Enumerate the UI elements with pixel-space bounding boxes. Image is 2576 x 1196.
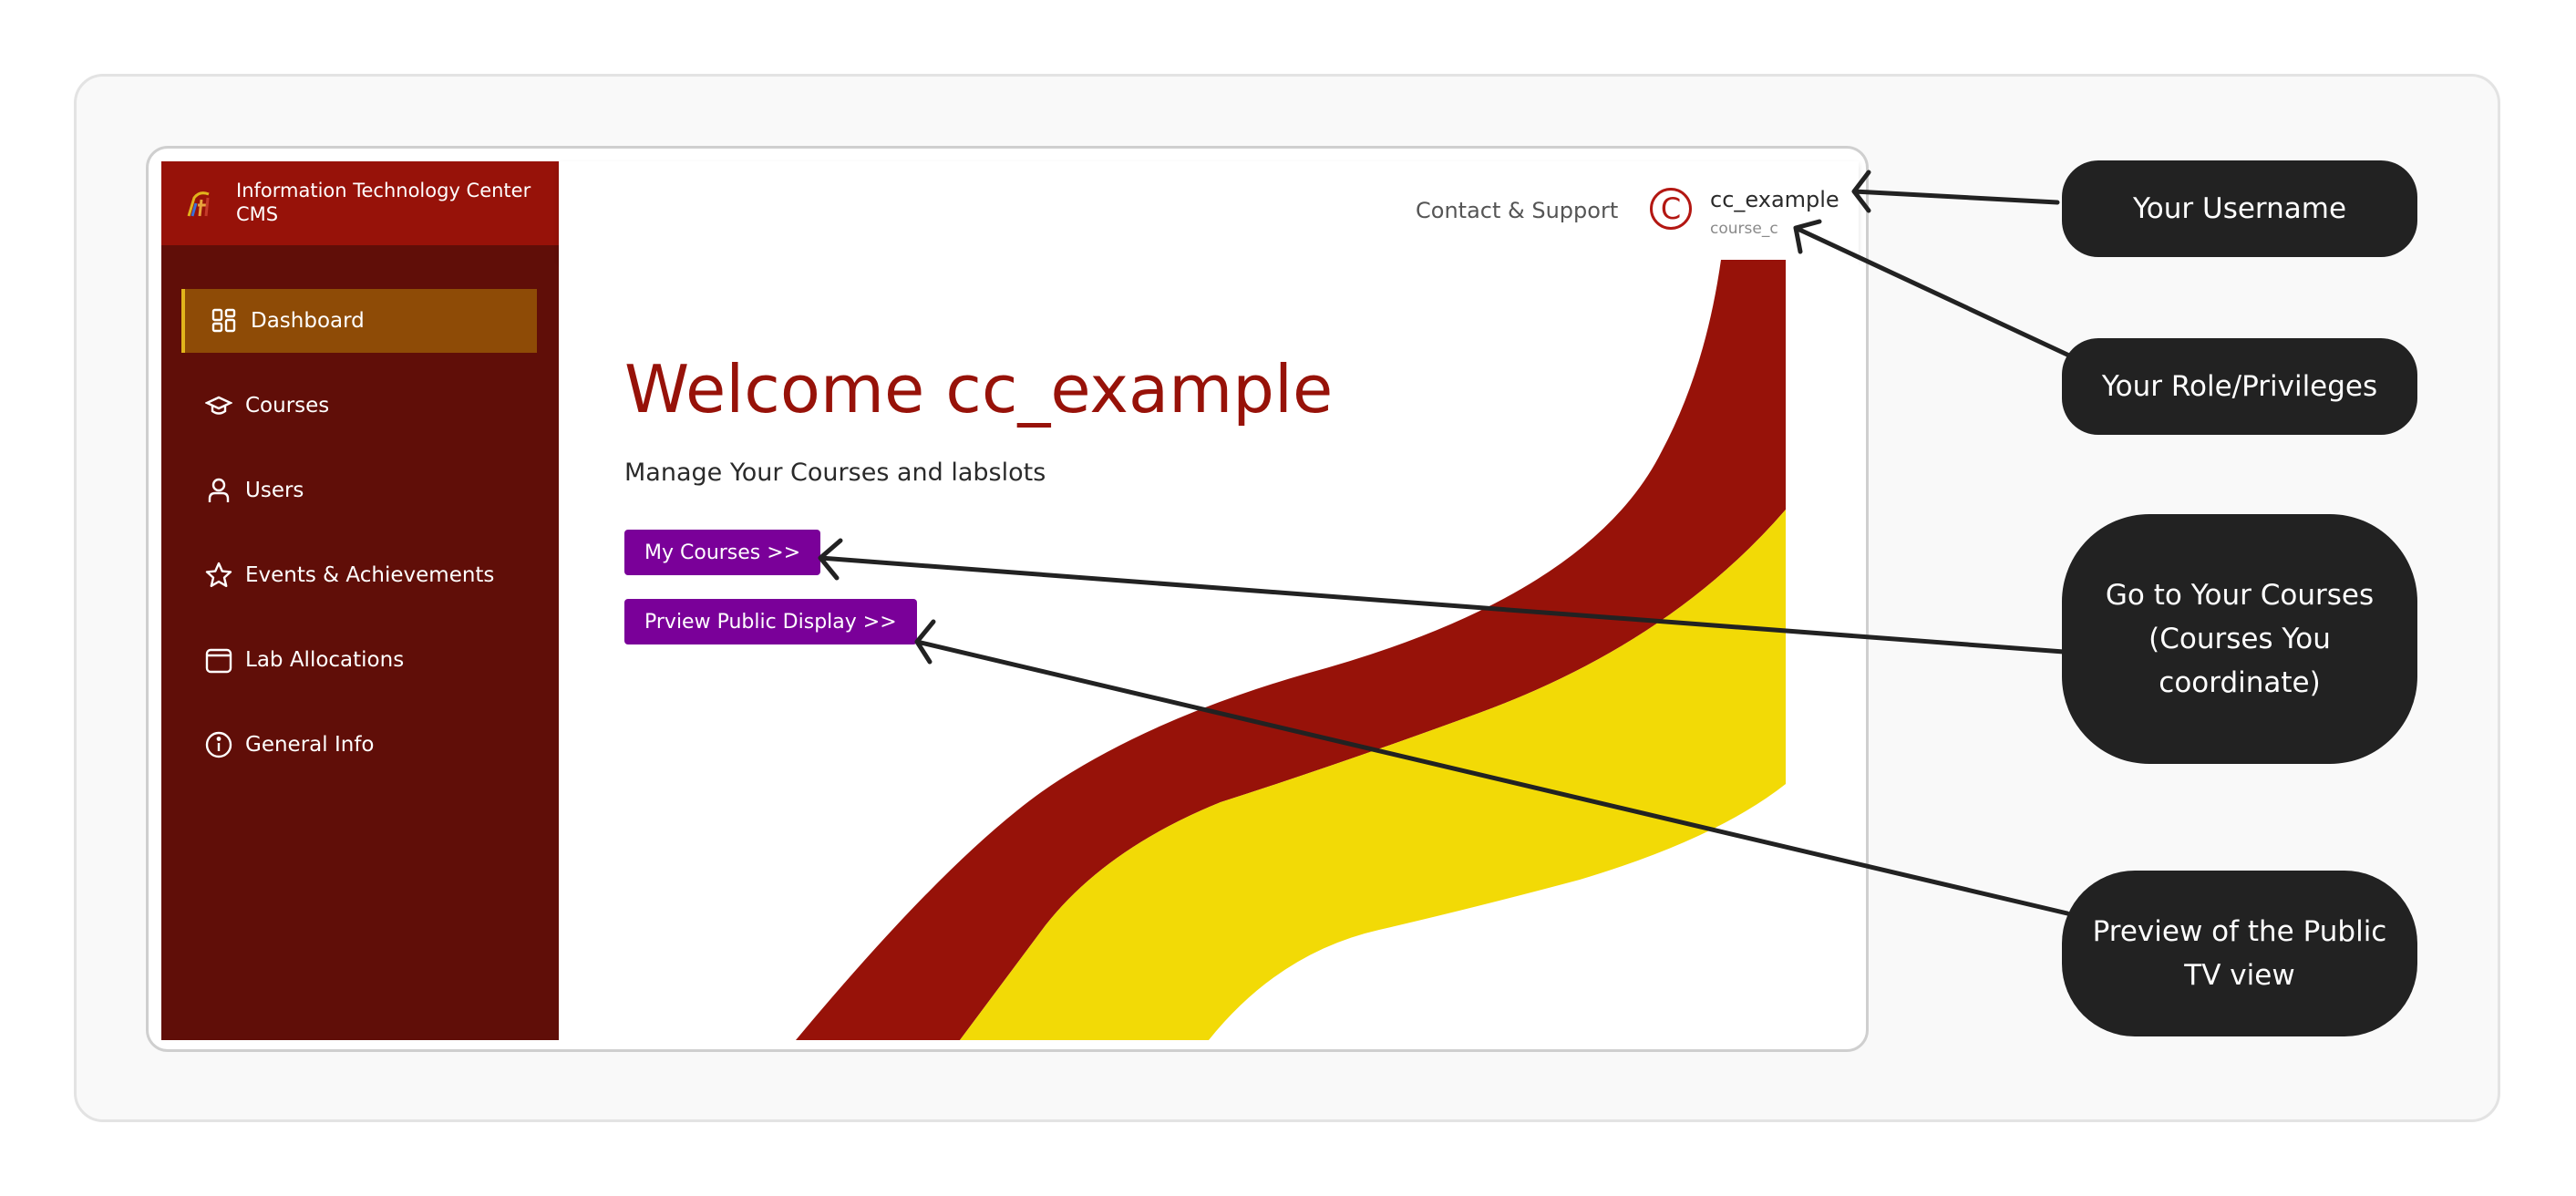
itc-logo-icon xyxy=(187,191,210,217)
info-icon xyxy=(203,729,234,760)
main-content: Welcome cc_example Manage Your Courses a… xyxy=(559,260,1859,1040)
calendar-icon xyxy=(203,644,234,675)
sidebar-item-label: Courses xyxy=(245,394,330,418)
contact-support-link[interactable]: Contact & Support xyxy=(1416,198,1618,223)
sidebar: Information Technology Center CMS Dashbo… xyxy=(161,161,559,1040)
sidebar-item-courses[interactable]: Courses xyxy=(181,374,537,438)
role-label: course_c xyxy=(1710,220,1778,238)
sidebar-item-label: Lab Allocations xyxy=(245,648,405,672)
page-title: Welcome cc_example xyxy=(624,351,1334,428)
top-bar: Contact & Support C cc_example course_c xyxy=(559,161,1859,260)
user-icon xyxy=(203,475,234,506)
callout-role: Your Role/Privileges xyxy=(2062,338,2417,435)
my-courses-button[interactable]: My Courses >> xyxy=(624,530,821,575)
brand-header[interactable]: Information Technology Center CMS xyxy=(161,161,559,245)
sidebar-item-label: Events & Achievements xyxy=(245,563,495,587)
app-window: Information Technology Center CMS Dashbo… xyxy=(146,146,1869,1052)
sidebar-item-events[interactable]: Events & Achievements xyxy=(181,543,537,607)
sidebar-item-label: Dashboard xyxy=(251,309,365,333)
sidebar-item-label: General Info xyxy=(245,733,375,757)
callout-preview: Preview of the Public TV view xyxy=(2062,871,2417,1036)
star-icon xyxy=(203,560,234,591)
sidebar-item-label: Users xyxy=(245,479,304,502)
sidebar-item-general-info[interactable]: General Info xyxy=(181,713,537,777)
page-subtitle: Manage Your Courses and labslots xyxy=(624,459,1046,487)
dashboard-grid-icon xyxy=(209,305,240,336)
callout-courses: Go to Your Courses (Courses You coordina… xyxy=(2062,514,2417,764)
brand-title: Information Technology Center CMS xyxy=(236,180,531,225)
sidebar-item-lab-allocations[interactable]: Lab Allocations xyxy=(181,628,537,692)
sidebar-item-dashboard[interactable]: Dashboard xyxy=(181,289,537,353)
preview-public-display-button[interactable]: Prview Public Display >> xyxy=(624,599,917,644)
sidebar-item-users[interactable]: Users xyxy=(181,459,537,522)
avatar[interactable]: C xyxy=(1650,188,1692,230)
graduation-cap-icon xyxy=(203,390,234,421)
callout-username: Your Username xyxy=(2062,160,2417,257)
username-label: cc_example xyxy=(1710,187,1839,212)
